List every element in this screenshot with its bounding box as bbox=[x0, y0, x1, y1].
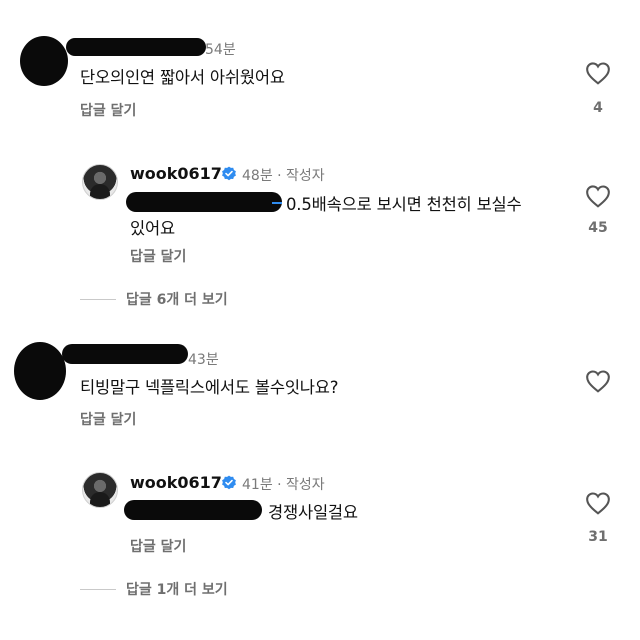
redacted-mention[interactable] bbox=[124, 500, 262, 520]
comment-text: 티빙말구 넥플릭스에서도 볼수잇나요? bbox=[80, 378, 339, 397]
like-count: 31 bbox=[588, 529, 608, 545]
reply-button[interactable]: 답글 달기 bbox=[130, 246, 186, 266]
like-count: 45 bbox=[588, 220, 608, 236]
mention-underscore bbox=[272, 202, 282, 204]
comment-time: 43분 bbox=[188, 352, 219, 368]
username[interactable]: wook0617 bbox=[130, 164, 222, 183]
reply-button[interactable]: 답글 달기 bbox=[80, 100, 136, 120]
comment-time: 54분 bbox=[205, 42, 236, 58]
redacted-username[interactable] bbox=[66, 38, 206, 56]
heart-icon[interactable] bbox=[585, 369, 611, 393]
verified-badge-icon bbox=[222, 475, 236, 490]
heart-icon[interactable] bbox=[585, 61, 611, 85]
comment-text: 단오의인연 짧아서 아쉬웠어요 bbox=[80, 68, 285, 87]
view-more-label: 답글 6개 더 보기 bbox=[126, 292, 228, 308]
redacted-username[interactable] bbox=[62, 344, 188, 364]
divider bbox=[80, 298, 116, 300]
redacted-mention[interactable] bbox=[126, 192, 282, 212]
redacted-avatar[interactable] bbox=[14, 342, 66, 400]
heart-icon[interactable] bbox=[585, 184, 611, 208]
username[interactable]: wook0617 bbox=[130, 473, 222, 492]
avatar[interactable] bbox=[82, 164, 118, 200]
like-count: 4 bbox=[593, 100, 603, 116]
reply-text: 경쟁사일걸요 bbox=[268, 503, 358, 522]
avatar[interactable] bbox=[82, 472, 118, 508]
redacted-avatar[interactable] bbox=[20, 36, 68, 86]
heart-icon[interactable] bbox=[585, 491, 611, 515]
reply-button[interactable]: 답글 달기 bbox=[80, 409, 136, 429]
reply-text-continued: 있어요 bbox=[130, 219, 175, 238]
view-more-replies[interactable]: 답글 1개 더 보기 bbox=[80, 579, 228, 599]
reply-button[interactable]: 답글 달기 bbox=[130, 536, 186, 556]
view-more-replies[interactable]: 답글 6개 더 보기 bbox=[80, 289, 228, 309]
verified-badge-icon bbox=[222, 166, 236, 181]
divider bbox=[80, 588, 116, 590]
reply-text: 0.5배속으로 보시면 천천히 보실수 bbox=[286, 195, 522, 214]
reply-time: 41분 · 작성자 bbox=[242, 477, 325, 493]
view-more-label: 답글 1개 더 보기 bbox=[126, 582, 228, 598]
reply-time: 48분 · 작성자 bbox=[242, 168, 325, 184]
